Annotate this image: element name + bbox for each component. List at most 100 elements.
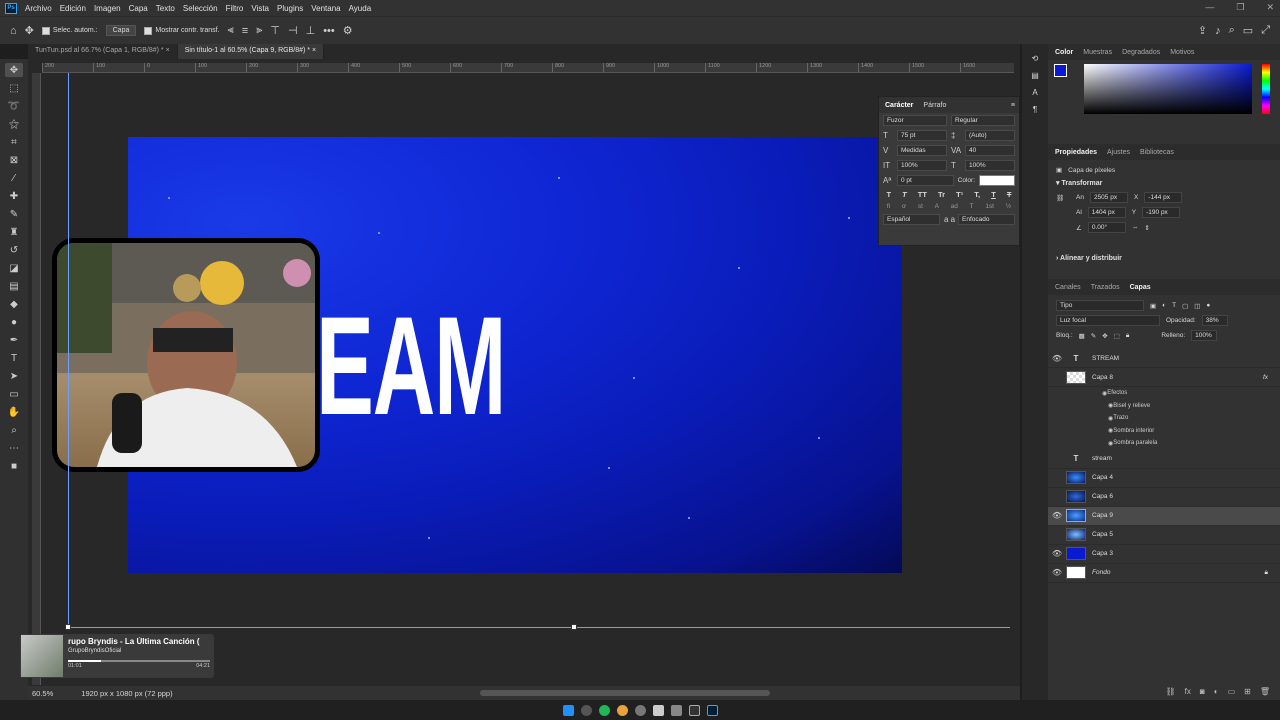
- menu-seleccion[interactable]: Selección: [183, 4, 218, 13]
- comments-icon[interactable]: ▤: [1031, 71, 1039, 80]
- lock-icon[interactable]: 🔒︎: [1265, 569, 1268, 577]
- expand-icon[interactable]: ⤢: [1261, 24, 1270, 37]
- eraser-tool-icon[interactable]: ◪: [5, 261, 23, 275]
- language-select[interactable]: Español: [883, 214, 940, 225]
- menu-archivo[interactable]: Archivo: [25, 4, 52, 13]
- faux-italic-button[interactable]: T: [902, 190, 907, 199]
- align-left-icon[interactable]: ⫷: [228, 24, 234, 37]
- tab-muestras[interactable]: Muestras: [1083, 49, 1112, 56]
- menu-edicion[interactable]: Edición: [60, 4, 86, 13]
- gear-icon[interactable]: ⚙: [343, 24, 353, 37]
- brush-tool-icon[interactable]: ✎: [5, 207, 23, 221]
- magic-wand-tool-icon[interactable]: ⚝: [5, 117, 23, 131]
- crop-tool-icon[interactable]: ⌗: [5, 135, 23, 149]
- new-adjustment-icon[interactable]: ◐: [1214, 687, 1219, 696]
- menu-ayuda[interactable]: Ayuda: [349, 4, 372, 13]
- visibility-eye-icon[interactable]: 👁︎: [1048, 511, 1066, 520]
- layer-row[interactable]: Capa 6: [1048, 488, 1280, 507]
- history-icon[interactable]: ⟲: [1032, 54, 1039, 63]
- windows-start-icon[interactable]: [562, 704, 574, 716]
- transform-section-title[interactable]: ▾ Transformar: [1048, 176, 1280, 190]
- hand-tool-icon[interactable]: ✋: [5, 405, 23, 419]
- tab-degradados[interactable]: Degradados: [1122, 49, 1160, 56]
- vertical-scale-field[interactable]: 100%: [897, 160, 947, 171]
- filter-adjust-icon[interactable]: ◐: [1162, 302, 1166, 309]
- lock-position-icon[interactable]: ✥: [1102, 332, 1107, 340]
- layer-row[interactable]: T stream: [1048, 450, 1280, 469]
- antialias-select[interactable]: Enfocado: [958, 214, 1015, 225]
- font-family-select[interactable]: Fuzor: [883, 115, 947, 126]
- opacity-field[interactable]: 38%: [1201, 315, 1228, 326]
- guide-line-vertical[interactable]: [68, 73, 69, 628]
- home-icon[interactable]: ⌂: [10, 25, 17, 37]
- paragraph-panel-icon[interactable]: ¶: [1033, 105, 1037, 114]
- new-group-icon[interactable]: ▭: [1228, 687, 1236, 696]
- angle-field[interactable]: 0.00°: [1087, 222, 1126, 233]
- app-icon[interactable]: [670, 704, 682, 716]
- gradient-tool-icon[interactable]: ▤: [5, 279, 23, 293]
- filter-toggle-icon[interactable]: ●: [1206, 302, 1210, 309]
- search-icon[interactable]: ⌕: [1229, 24, 1235, 37]
- tab-trazados[interactable]: Trazados: [1091, 284, 1120, 291]
- character-panel-icon[interactable]: A: [1032, 88, 1037, 97]
- tab-bibliotecas[interactable]: Bibliotecas: [1140, 149, 1174, 156]
- tab-canales[interactable]: Canales: [1055, 284, 1081, 291]
- link-layers-icon[interactable]: ⛓: [1166, 687, 1176, 696]
- share-icon[interactable]: ⇪: [1198, 24, 1207, 37]
- move-tool-icon[interactable]: ✥: [25, 24, 34, 37]
- history-brush-icon[interactable]: ↺: [5, 243, 23, 257]
- layer-row[interactable]: 👁︎ Fondo 🔒︎: [1048, 564, 1280, 583]
- lock-transparent-icon[interactable]: ▩: [1079, 332, 1085, 340]
- bell-icon[interactable]: ♪: [1215, 25, 1221, 37]
- align-top-icon[interactable]: ⊤: [270, 24, 280, 37]
- layer-row[interactable]: 👁︎ Capa 3: [1048, 545, 1280, 564]
- menu-filtro[interactable]: Filtro: [226, 4, 244, 13]
- lock-pixels-icon[interactable]: ✎: [1091, 332, 1096, 340]
- hue-slider[interactable]: [1262, 64, 1270, 114]
- underline-button[interactable]: T: [991, 190, 996, 199]
- tab-tuntun[interactable]: TunTun.psd al 66.7% (Capa 1, RGB/8#) * ×: [28, 44, 178, 59]
- align-right-icon[interactable]: ⫸: [256, 24, 262, 37]
- small-caps-button[interactable]: Tr: [938, 190, 945, 199]
- close-tab-icon[interactable]: ×: [166, 47, 170, 54]
- stream-title-text[interactable]: EAM: [316, 296, 506, 436]
- photoshop-taskbar-icon[interactable]: [706, 704, 718, 716]
- visibility-eye-icon[interactable]: 👁︎: [1048, 354, 1066, 363]
- layer-row[interactable]: Capa 4: [1048, 469, 1280, 488]
- tab-motivos[interactable]: Motivos: [1170, 49, 1194, 56]
- effect-row[interactable]: ◉ Sombra paralela: [1048, 437, 1280, 450]
- media-player-widget[interactable]: rupo Bryndis - La Última Canción ( Grupo…: [20, 634, 214, 678]
- ligatures-button[interactable]: fi: [887, 203, 890, 210]
- filter-smart-icon[interactable]: ◫: [1194, 302, 1200, 310]
- transform-handle[interactable]: [65, 624, 71, 630]
- layer-row[interactable]: Capa 5: [1048, 526, 1280, 545]
- tab-parrafo[interactable]: Párrafo: [923, 102, 946, 109]
- flip-vertical-icon[interactable]: ⇕: [1144, 224, 1149, 232]
- shape-tool-icon[interactable]: ▭: [5, 387, 23, 401]
- workspace-icon[interactable]: ▭: [1243, 24, 1253, 37]
- effect-row[interactable]: ◉ Bisel y relieve: [1048, 400, 1280, 413]
- align-center-icon[interactable]: ≡: [242, 25, 248, 37]
- terminal-icon[interactable]: [688, 704, 700, 716]
- filter-shape-icon[interactable]: ▢: [1182, 302, 1188, 310]
- old-style-button[interactable]: ơ: [902, 203, 906, 210]
- playback-progress-bar[interactable]: [68, 660, 210, 662]
- stamp-tool-icon[interactable]: ♜: [5, 225, 23, 239]
- fx-badge-icon[interactable]: fx: [1263, 374, 1268, 381]
- show-transform-checkbox[interactable]: Mostrar contr. transf.: [144, 26, 220, 35]
- spotify-icon[interactable]: [598, 704, 610, 716]
- layer-row[interactable]: 👁︎ Capa 9: [1048, 506, 1280, 526]
- font-style-select[interactable]: Regular: [951, 115, 1015, 126]
- subscript-button[interactable]: T,: [974, 190, 980, 199]
- marquee-tool-icon[interactable]: ⬚: [5, 81, 23, 95]
- auto-select-target-dropdown[interactable]: Capa: [105, 25, 137, 36]
- effect-row[interactable]: ◉ Trazo: [1048, 412, 1280, 425]
- chrome-icon[interactable]: [616, 704, 628, 716]
- lasso-tool-icon[interactable]: ➰: [5, 99, 23, 113]
- flip-horizontal-icon[interactable]: ⇔: [1132, 224, 1139, 231]
- guide-line-horizontal[interactable]: [68, 627, 1010, 628]
- align-middle-icon[interactable]: ⊣: [288, 24, 298, 37]
- swash-button[interactable]: st: [918, 203, 923, 210]
- link-icon[interactable]: ⛓: [1056, 194, 1070, 202]
- tab-sin-titulo[interactable]: Sin título-1 al 60.5% (Capa 9, RGB/8#) *…: [177, 44, 325, 59]
